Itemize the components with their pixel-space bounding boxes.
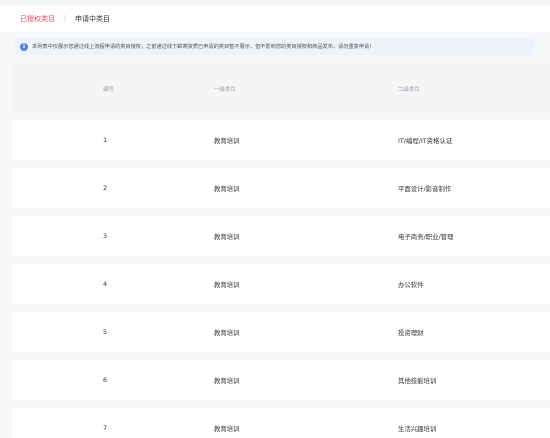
cell-level2: 平面设计/影音制作 [398, 184, 452, 193]
cell-level1: 教育培训 [214, 184, 240, 193]
cell-id: 7 [103, 424, 108, 432]
cell-level1: 教育培训 [214, 376, 240, 385]
cell-level1: 教育培训 [214, 280, 240, 289]
tab-applying[interactable]: 申请中类目 [75, 14, 110, 24]
cell-level1: 教育培训 [214, 232, 240, 241]
cell-id: 4 [103, 280, 108, 288]
cell-level2: 办公软件 [398, 280, 424, 289]
header-level2: 二级类目 [398, 87, 420, 93]
table-row: 1 教育培训 IT/编程/IT资格认证 [12, 120, 550, 160]
header-id: 编号 [103, 87, 114, 93]
cell-level1: 教育培训 [214, 136, 240, 145]
notice-text: 本列表中仅展示您通过线上流程申请的类目授权，之前通过线下邮寄资质已申请的类目暂不… [32, 44, 372, 50]
table-row: 4 教育培训 办公软件 [12, 264, 550, 304]
cell-id: 1 [103, 136, 108, 144]
table-row: 2 教育培训 平面设计/影音制作 [12, 168, 550, 208]
table-row: 6 教育培训 其他技能培训 [12, 360, 550, 400]
page: 已授权类目 | 申请中类目 i 本列表中仅展示您通过线上流程申请的类目授权，之前… [0, 0, 550, 438]
notice-banner: i 本列表中仅展示您通过线上流程申请的类目授权，之前通过线下邮寄资质已申请的类目… [15, 38, 535, 55]
header-level1: 一级类目 [214, 87, 236, 93]
cell-id: 6 [103, 376, 108, 384]
table-header: 编号 一级类目 二级类目 [12, 64, 550, 114]
category-tabs: 已授权类目 | 申请中类目 [0, 5, 550, 32]
cell-level2: IT/编程/IT资格认证 [398, 136, 453, 145]
tab-separator: | [64, 15, 67, 22]
category-table: 编号 一级类目 二级类目 1 教育培训 IT/编程/IT资格认证 2 教育培训 … [12, 64, 550, 438]
cell-level2: 投资理财 [398, 328, 424, 337]
cell-id: 2 [103, 184, 108, 192]
info-icon: i [20, 42, 28, 51]
tab-authorized[interactable]: 已授权类目 [20, 14, 55, 24]
cell-id: 3 [103, 232, 108, 240]
cell-level1: 教育培训 [214, 328, 240, 337]
cell-level2: 生活兴趣培训 [398, 424, 437, 433]
cell-level2: 其他技能培训 [398, 376, 437, 385]
table-row: 3 教育培训 电子商务/职业/管理 [12, 216, 550, 256]
table-row: 7 教育培训 生活兴趣培训 [12, 408, 550, 438]
cell-level2: 电子商务/职业/管理 [398, 232, 454, 241]
table-row: 5 教育培训 投资理财 [12, 312, 550, 352]
cell-level1: 教育培训 [214, 424, 240, 433]
cell-id: 5 [103, 328, 108, 336]
